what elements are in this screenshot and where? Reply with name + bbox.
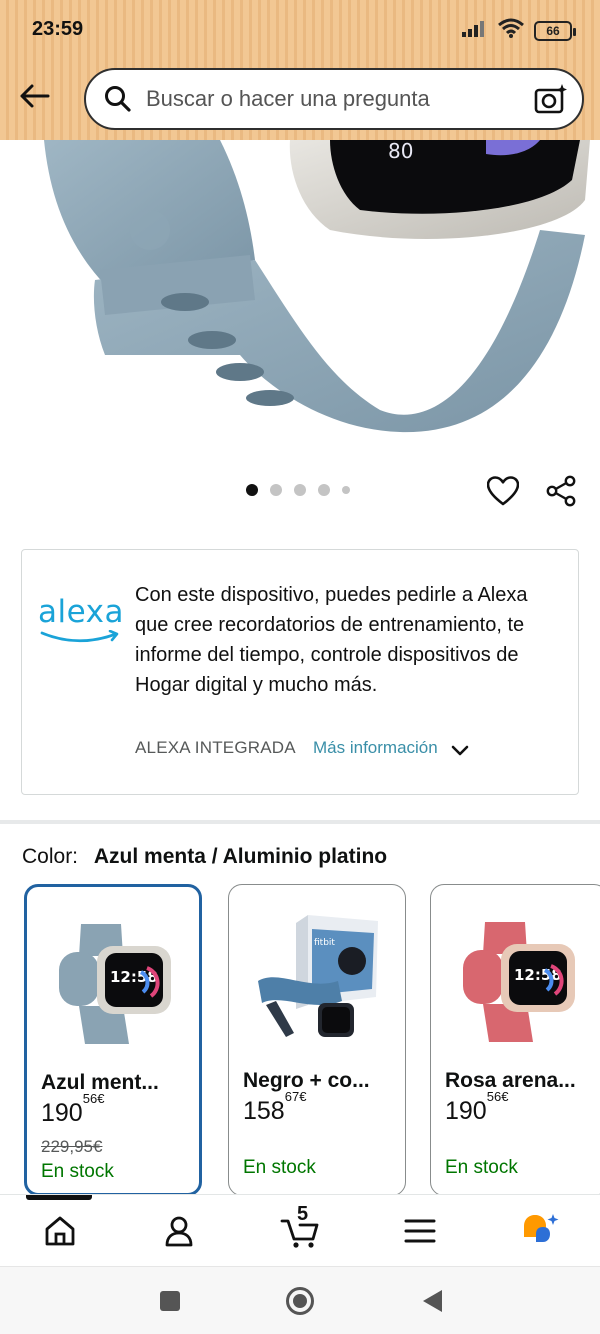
chevron-down-icon	[451, 745, 469, 756]
back-system-button[interactable]	[416, 1285, 448, 1317]
carousel-dot[interactable]	[270, 484, 282, 496]
color-label: Color:	[22, 845, 79, 868]
swatch-image: 12:58	[39, 901, 193, 1061]
carousel-dot[interactable]	[342, 486, 350, 494]
product-image[interactable]: 80	[0, 140, 600, 460]
carousel-dot[interactable]	[294, 484, 306, 496]
option-old-price: 229,95€	[41, 1137, 103, 1156]
option-stock: En stock	[243, 1157, 316, 1178]
battery-icon: 66	[534, 20, 576, 41]
nav-home-button[interactable]	[38, 1209, 82, 1253]
color-selected-value: Azul menta / Aluminio platino	[93, 845, 388, 868]
nav-account-button[interactable]	[157, 1209, 201, 1253]
alexa-logo-text: alexa	[38, 594, 124, 630]
home-icon	[45, 1216, 75, 1246]
color-selection-label: Color: Azul menta / Aluminio platino	[22, 845, 387, 869]
option-price: 19056€	[41, 1090, 105, 1127]
share-icon	[546, 475, 576, 507]
option-price: 15867€	[243, 1088, 307, 1125]
carousel-dot[interactable]	[246, 484, 258, 496]
image-carousel-dots[interactable]	[246, 484, 350, 496]
color-option-azul-menta[interactable]: 12:58 Azul ment... 19056€ 229,95€ En sto…	[24, 884, 202, 1194]
active-nav-indicator	[26, 1195, 92, 1200]
home-circle-icon	[286, 1287, 314, 1315]
option-price: 19056€	[445, 1088, 509, 1125]
color-option-rosa-arena[interactable]: 12:58 Rosa arena... 19056€ En stock	[430, 884, 600, 1194]
heart-icon	[487, 476, 519, 506]
arrow-left-icon	[20, 84, 50, 108]
recents-button[interactable]	[154, 1285, 186, 1317]
status-time: 23:59	[32, 18, 84, 40]
alexa-description: Con este dispositivo, puedes pedirle a A…	[135, 584, 528, 696]
wishlist-button[interactable]	[484, 472, 522, 510]
home-system-button[interactable]	[284, 1285, 316, 1317]
nav-rufus-button[interactable]	[518, 1209, 562, 1253]
camera-search-button[interactable]	[532, 80, 570, 118]
search-input[interactable]: Buscar o hacer una pregunta	[84, 68, 584, 130]
signal-icon	[462, 19, 488, 42]
option-name: Azul ment...	[41, 1071, 159, 1094]
option-name: Rosa arena...	[445, 1069, 576, 1092]
status-bar: 23:59 66	[0, 0, 600, 60]
alexa-tag: ALEXA INTEGRADA	[135, 738, 296, 757]
share-button[interactable]	[542, 472, 580, 510]
menu-icon	[404, 1219, 436, 1243]
svg-text:fitbit: fitbit	[314, 938, 335, 948]
status-icons: 66	[462, 18, 576, 43]
search-icon	[105, 86, 131, 112]
alexa-logo: alexa	[38, 594, 124, 651]
back-button[interactable]	[12, 74, 56, 118]
camera-search-icon	[534, 84, 567, 114]
account-icon	[165, 1216, 193, 1247]
option-stock: En stock	[41, 1161, 114, 1182]
carousel-dot[interactable]	[318, 484, 330, 496]
back-triangle-icon	[423, 1290, 442, 1312]
alexa-card: alexa Con este dispositivo, puedes pedir…	[21, 549, 579, 795]
bottom-nav: 5	[0, 1194, 600, 1266]
section-divider	[0, 820, 600, 824]
svg-text:80: 80	[388, 140, 413, 163]
nav-menu-button[interactable]	[398, 1209, 442, 1253]
app-header: 23:59 66 Buscar o hacer una pregunta	[0, 0, 600, 140]
wifi-icon	[498, 18, 524, 43]
cart-count-badge: 5	[297, 1203, 309, 1225]
system-nav-bar	[0, 1266, 600, 1334]
option-name: Negro + co...	[243, 1069, 370, 1092]
color-swatches: 12:58 Azul ment... 19056€ 229,95€ En sto…	[0, 882, 600, 1194]
option-stock: En stock	[445, 1157, 518, 1178]
color-option-negro[interactable]: fitbit Negro + co... 15867€ En stock	[228, 884, 406, 1194]
swatch-image: fitbit	[241, 899, 395, 1059]
rufus-ai-icon	[524, 1214, 559, 1242]
swatch-image: 12:58	[443, 899, 597, 1059]
nav-cart-button[interactable]: 5	[278, 1203, 322, 1253]
alexa-more-info-link[interactable]: Más información	[313, 738, 470, 758]
recents-icon	[160, 1291, 180, 1311]
more-info-label: Más información	[313, 738, 438, 757]
search-placeholder: Buscar o hacer una pregunta	[146, 86, 430, 111]
